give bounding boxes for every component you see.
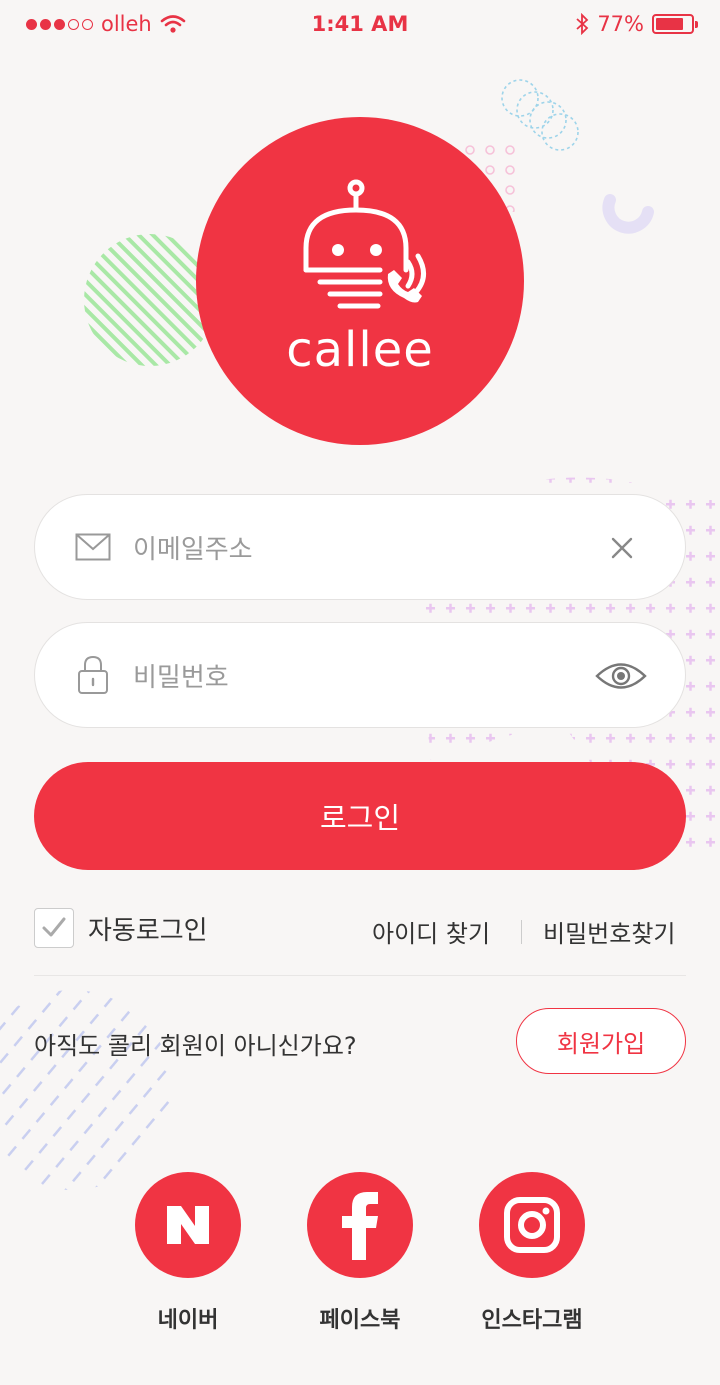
eye-icon[interactable] xyxy=(595,661,647,691)
link-separator xyxy=(521,920,522,944)
find-password-link[interactable]: 비밀번호찾기 xyxy=(543,914,675,949)
checkmark-icon xyxy=(42,917,66,937)
signup-button[interactable]: 회원가입 xyxy=(516,1008,686,1074)
password-placeholder: 비밀번호 xyxy=(133,663,229,693)
instagram-label: 인스타그램 xyxy=(481,1308,583,1333)
auto-login-checkbox[interactable] xyxy=(34,908,74,948)
naver-icon xyxy=(167,1206,209,1244)
find-id-link[interactable]: 아이디 찾기 xyxy=(372,914,490,949)
instagram-icon xyxy=(504,1197,560,1253)
password-field[interactable]: 비밀번호 xyxy=(34,622,686,728)
naver-label: 네이버 xyxy=(157,1308,219,1333)
auto-login-label[interactable]: 자동로그인 xyxy=(88,910,208,947)
email-placeholder: 이메일주소 xyxy=(133,535,253,565)
section-divider xyxy=(34,975,686,976)
instagram-login-button[interactable] xyxy=(479,1172,585,1278)
logo-text: callee xyxy=(286,322,434,378)
naver-login-button[interactable] xyxy=(135,1172,241,1278)
robot-phone-icon xyxy=(303,179,426,309)
login-button[interactable]: 로그인 xyxy=(34,762,686,870)
facebook-label: 페이스북 xyxy=(319,1308,401,1333)
signup-prompt: 아직도 콜리 회원이 아니신가요? xyxy=(34,1032,357,1060)
email-field[interactable]: 이메일주소 xyxy=(34,494,686,600)
envelope-icon xyxy=(75,533,111,561)
lock-icon xyxy=(78,655,108,694)
facebook-icon xyxy=(342,1192,378,1260)
facebook-login-button[interactable] xyxy=(307,1172,413,1278)
close-icon[interactable] xyxy=(611,537,633,559)
